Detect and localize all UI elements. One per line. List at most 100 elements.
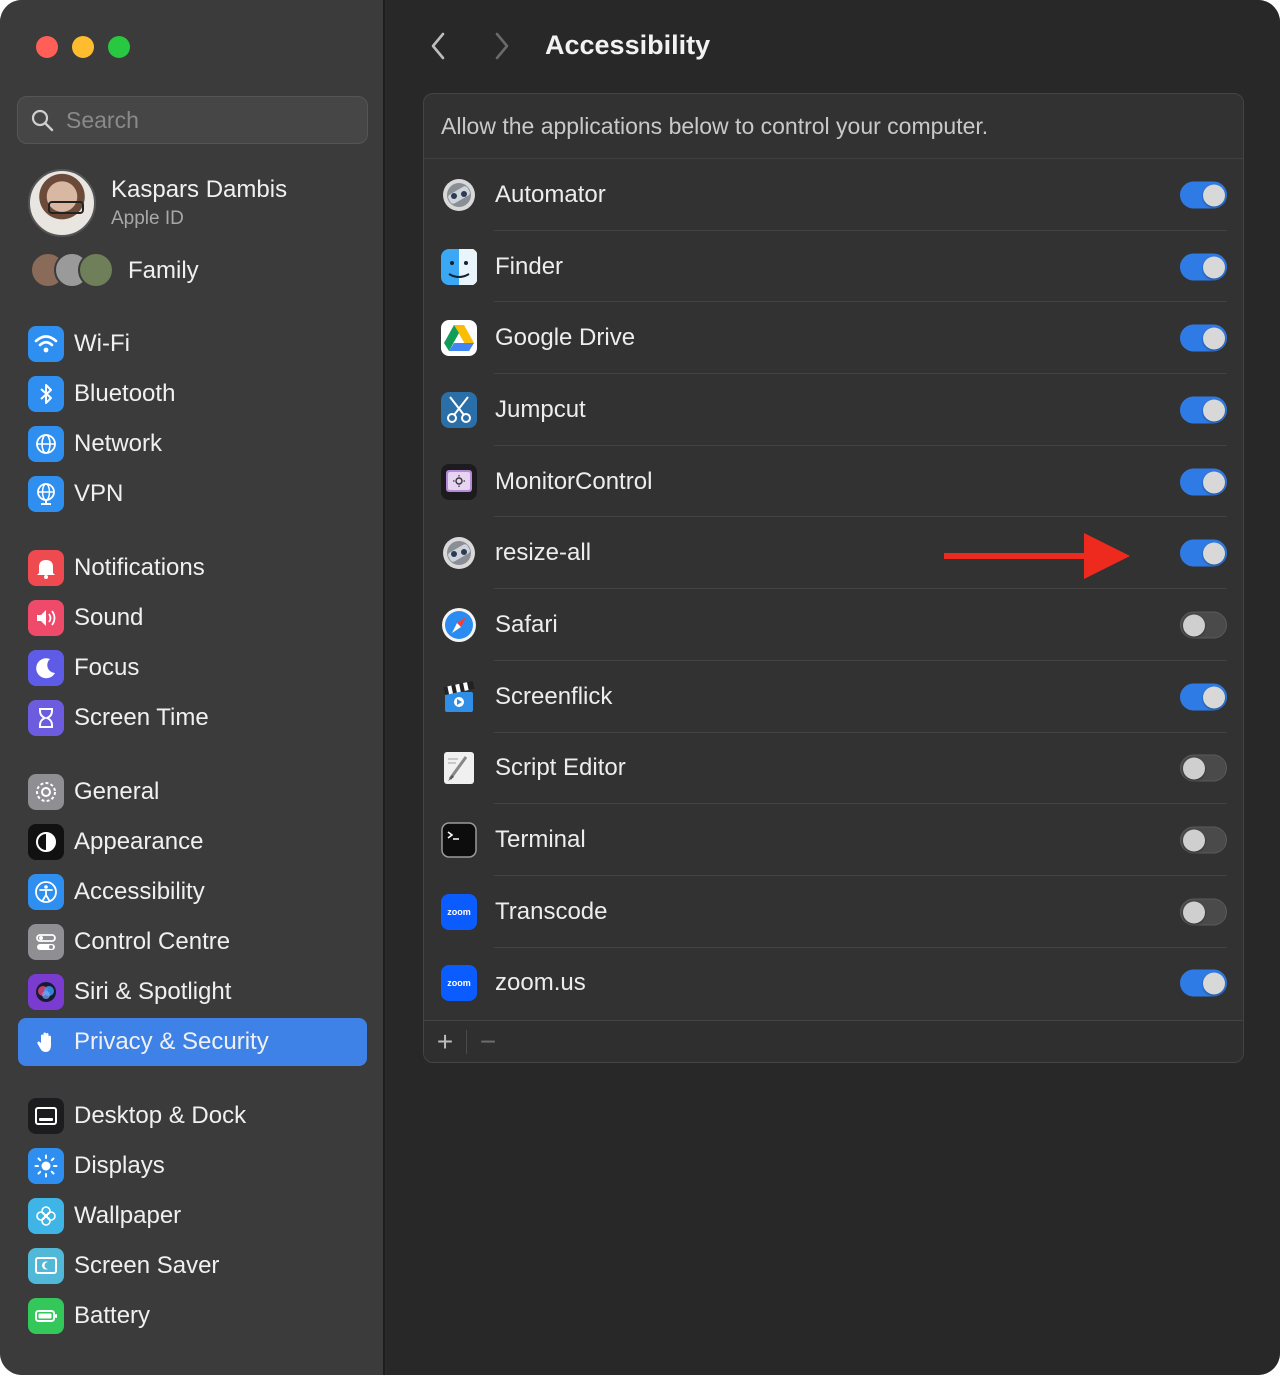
access-toggle[interactable] (1180, 396, 1227, 424)
speaker-icon (28, 600, 64, 636)
zoom-window-button[interactable] (108, 36, 130, 58)
access-toggle[interactable] (1180, 324, 1227, 352)
search-icon (31, 109, 54, 132)
app-name: Automator (495, 180, 606, 208)
sidebar-item-focus[interactable]: Focus (18, 644, 367, 692)
search-field[interactable] (17, 96, 368, 144)
sidebar-item-accessibility[interactable]: Accessibility (18, 868, 367, 916)
access-toggle[interactable] (1180, 683, 1227, 711)
access-toggle[interactable] (1180, 969, 1227, 997)
toggles-icon (28, 924, 64, 960)
sidebar-item-label: Appearance (74, 828, 204, 855)
app-name: Screenflick (495, 682, 613, 710)
sidebar-item-wi-fi[interactable]: Wi-Fi (18, 320, 367, 368)
sidebar-item-screen-saver[interactable]: Screen Saver (18, 1242, 367, 1290)
app-name: Google Drive (495, 324, 636, 352)
access-toggle[interactable] (1180, 181, 1227, 209)
bell-icon (28, 550, 64, 586)
avatar (28, 169, 96, 237)
bluetooth-icon (28, 376, 64, 412)
access-toggle[interactable] (1180, 611, 1227, 639)
annotation-arrow-icon (944, 533, 1130, 579)
sidebar-item-desktop-and-dock[interactable]: Desktop & Dock (18, 1092, 367, 1140)
access-toggle[interactable] (1180, 826, 1227, 854)
toggle-knob (1183, 829, 1205, 852)
finder-icon (440, 248, 478, 286)
app-name: zoom.us (495, 969, 586, 997)
toggle-knob (1183, 901, 1205, 924)
app-row[interactable]: Jumpcut (424, 374, 1243, 446)
toggle-knob (1203, 686, 1225, 709)
sidebar-item-label: Control Centre (74, 928, 231, 955)
app-row[interactable]: Script Editor (424, 733, 1243, 805)
panel-description: Allow the applications below to control … (424, 94, 1243, 159)
sidebar-item-sound[interactable]: Sound (18, 594, 367, 642)
access-toggle[interactable] (1180, 539, 1227, 567)
sidebar-item-notifications[interactable]: Notifications (18, 544, 367, 592)
access-toggle[interactable] (1180, 898, 1227, 926)
app-row[interactable]: zoom Transcode (424, 876, 1243, 948)
sidebar-item-battery[interactable]: Battery (18, 1292, 367, 1340)
search-input[interactable] (66, 106, 346, 134)
family-avatars (30, 252, 116, 290)
app-row[interactable]: Google Drive (424, 302, 1243, 375)
sidebar-item-bluetooth[interactable]: Bluetooth (18, 370, 367, 418)
sidebar-item-screen-time[interactable]: Screen Time (18, 694, 367, 742)
sidebar-item-label: General (74, 778, 160, 805)
app-row[interactable]: MonitorControl (424, 446, 1243, 518)
app-row[interactable]: Automator (424, 159, 1243, 231)
sidebar-item-displays[interactable]: Displays (18, 1142, 367, 1190)
sidebar-item-label: Accessibility (74, 878, 205, 905)
toggle-knob (1203, 184, 1225, 207)
sidebar-item-label: Screen Saver (74, 1252, 220, 1279)
sidebar-item-appearance[interactable]: Appearance (18, 818, 367, 866)
sidebar-item-vpn[interactable]: VPN (18, 470, 367, 518)
app-name: Jumpcut (495, 395, 586, 423)
sidebar-item-wallpaper[interactable]: Wallpaper (18, 1192, 367, 1240)
sidebar-item-label: Screen Time (74, 704, 209, 731)
apple-id-profile[interactable]: Kaspars Dambis Apple ID (28, 168, 358, 238)
zoom-icon: zoom (440, 964, 478, 1002)
sidebar-item-general[interactable]: General (18, 768, 367, 816)
compass-icon (440, 606, 478, 644)
app-row[interactable]: Terminal (424, 804, 1243, 876)
app-row[interactable]: zoom zoom.us (424, 948, 1243, 1020)
traffic-lights (36, 36, 130, 58)
hand-icon (28, 1024, 64, 1060)
scissors-icon (440, 391, 478, 429)
access-toggle[interactable] (1180, 754, 1227, 782)
sidebar-item-label: Bluetooth (74, 380, 176, 407)
monitor-icon (440, 463, 478, 501)
forward-button[interactable] (487, 30, 517, 62)
remove-app-button[interactable]: − (467, 1021, 509, 1063)
family-item[interactable]: Family (30, 250, 199, 292)
app-row[interactable]: Safari (424, 589, 1243, 661)
toggle-knob (1183, 614, 1205, 637)
accessibility-icon (28, 874, 64, 910)
sidebar-item-siri-and-spotlight[interactable]: Siri & Spotlight (18, 968, 367, 1016)
access-toggle[interactable] (1180, 253, 1227, 281)
page-title: Accessibility (545, 30, 711, 60)
globe-icon (28, 426, 64, 462)
chevron-left-icon (431, 32, 445, 60)
main-pane: Accessibility Allow the applications bel… (387, 0, 1280, 1375)
sidebar: Kaspars Dambis Apple ID Family Wi-Fi Blue… (0, 0, 385, 1375)
app-row[interactable]: Screenflick (424, 661, 1243, 733)
sidebar-item-label: Desktop & Dock (74, 1102, 247, 1129)
minimize-window-button[interactable] (72, 36, 94, 58)
app-name: Script Editor (495, 754, 626, 782)
sidebar-item-label: Wallpaper (74, 1202, 182, 1229)
terminal-icon (440, 821, 478, 859)
sidebar-item-privacy-and-security[interactable]: Privacy & Security (18, 1018, 367, 1066)
profile-subtitle: Apple ID (111, 208, 184, 229)
sidebar-item-label: Wi-Fi (74, 330, 130, 357)
sidebar-item-network[interactable]: Network (18, 420, 367, 468)
close-window-button[interactable] (36, 36, 58, 58)
app-row[interactable]: Finder (424, 231, 1243, 303)
wifi-icon (28, 326, 64, 362)
access-toggle[interactable] (1180, 468, 1227, 496)
toggle-knob (1203, 471, 1225, 494)
sidebar-item-control-centre[interactable]: Control Centre (18, 918, 367, 966)
back-button[interactable] (423, 30, 453, 62)
add-app-button[interactable]: + (424, 1021, 466, 1063)
